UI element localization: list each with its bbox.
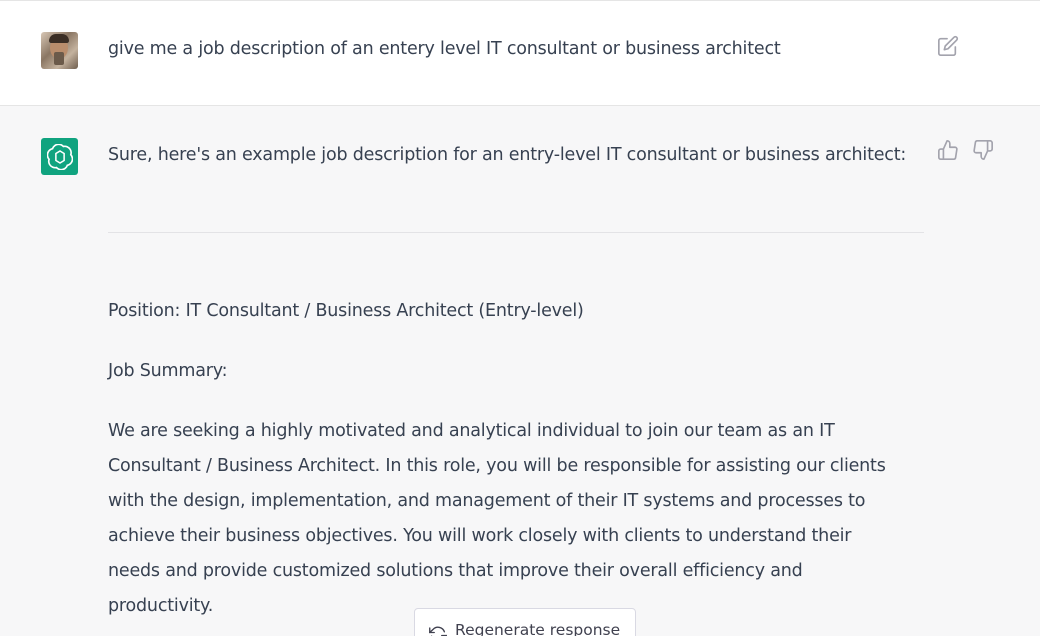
divider	[108, 232, 924, 233]
paragraph-line: needs and provide customized solutions t…	[108, 561, 803, 581]
paragraph-line: Consultant / Business Architect. In this…	[108, 456, 886, 476]
paragraph-line: achieve their business objectives. You w…	[108, 526, 852, 546]
thumbs-up-button[interactable]	[937, 139, 961, 163]
position-line: Position: IT Consultant / Business Archi…	[108, 301, 584, 321]
thumbs-down-button[interactable]	[972, 139, 996, 163]
user-avatar	[41, 32, 78, 69]
edit-button[interactable]	[937, 35, 961, 59]
thumbs-up-icon	[938, 140, 958, 160]
job-summary-paragraph: We are seeking a highly motivated and an…	[108, 414, 928, 624]
assistant-intro-text: Sure, here's an example job description …	[108, 145, 907, 165]
paragraph-line: We are seeking a highly motivated and an…	[108, 421, 835, 441]
openai-logo-icon	[46, 143, 73, 170]
job-summary-heading: Job Summary:	[108, 361, 228, 381]
paragraph-line: with the design, implementation, and man…	[108, 491, 866, 511]
regenerate-label: Regenerate response	[455, 621, 621, 636]
refresh-icon	[429, 626, 447, 636]
user-message-row: give me a job description of an entery l…	[0, 0, 1040, 106]
user-message-text: give me a job description of an entery l…	[108, 39, 781, 59]
assistant-message-row: Sure, here's an example job description …	[0, 106, 1040, 636]
edit-icon	[938, 35, 959, 56]
assistant-avatar	[41, 138, 78, 175]
chat-thread: give me a job description of an entery l…	[0, 0, 1040, 636]
regenerate-response-button[interactable]: Regenerate response	[414, 608, 636, 636]
thumbs-down-icon	[973, 140, 993, 160]
